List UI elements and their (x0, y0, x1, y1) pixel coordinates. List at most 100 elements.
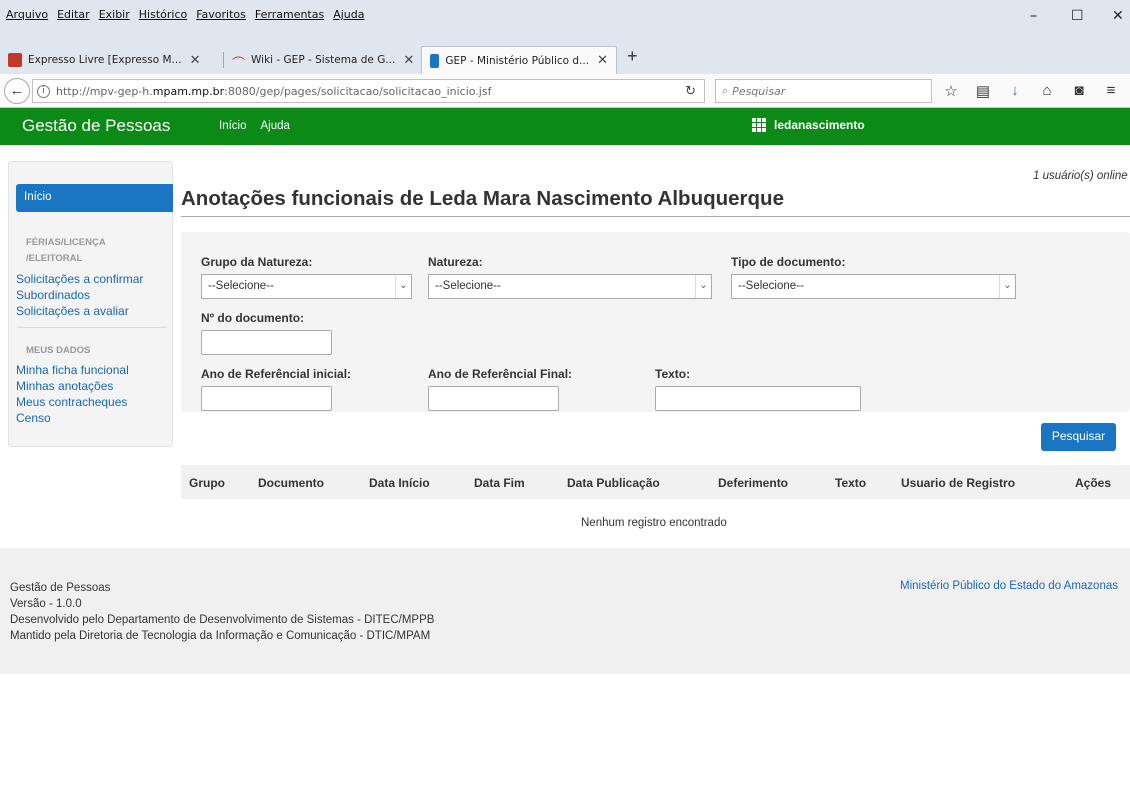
footer-app-name: Gestão de Pessoas (10, 582, 111, 594)
info-icon[interactable]: i (37, 84, 50, 98)
sidebar-links-ferias: Solicitações a confirmar Subordinados So… (16, 271, 143, 319)
tipo-documento-select-value: --Selecione-- (738, 280, 804, 292)
search-placeholder: Pesquisar (732, 84, 786, 98)
menu-editar[interactable]: Editar (57, 8, 90, 21)
sidebar-item-ficha-funcional[interactable]: Minha ficha funcional (16, 362, 129, 378)
footer-developed-by: Desenvolvido pelo Departamento de Desenv… (10, 614, 435, 626)
tipo-documento-select[interactable]: --Selecione-- ⌄ (731, 274, 1016, 299)
hamburger-menu-icon[interactable]: ≡ (1102, 82, 1120, 100)
natureza-select-value: --Selecione-- (435, 280, 501, 292)
username: ledanascimento (774, 118, 865, 132)
apps-grid-icon (752, 118, 766, 132)
online-users: 1 usuário(s) online (1033, 170, 1128, 182)
sidebar-item-inicio[interactable]: Início (16, 184, 173, 212)
download-icon[interactable]: ↓ (1006, 82, 1024, 100)
user-menu[interactable]: ledanascimento (752, 118, 865, 132)
tab-expresso[interactable]: Expresso Livre [Expresso M... ✕ (0, 46, 223, 74)
nav-inicio[interactable]: Início (219, 120, 247, 132)
search-form: Grupo da Natureza: --Selecione-- ⌄ Natur… (181, 232, 1130, 412)
col-data-inicio: Data Início (369, 476, 430, 490)
col-data-fim: Data Fim (474, 476, 525, 490)
texto-label: Texto: (655, 367, 691, 381)
address-bar[interactable]: i http://mpv-gep-h. mpam.mp.br:8080/gep/p… (32, 79, 705, 103)
gep-icon (430, 53, 440, 68)
maximize-button[interactable]: ☐ (1071, 8, 1084, 24)
back-arrow-icon[interactable]: ← (4, 78, 30, 104)
sidebar-item-solicitacoes-avaliar[interactable]: Solicitações a avaliar (16, 303, 143, 319)
sidebar-section-meus-dados: MEUS DADOS (26, 345, 91, 356)
search-icon: ⌕ (722, 84, 729, 97)
natureza-select[interactable]: --Selecione-- ⌄ (428, 274, 712, 299)
numero-documento-label: Nº do documento: (201, 311, 305, 325)
footer-mpam-link[interactable]: Ministério Público do Estado do Amazonas (900, 580, 1118, 592)
toolbar-icons: ☆ ▤ ↓ ⌂ ◙ ≡ (942, 82, 1120, 100)
col-usuario-registro: Usuario de Registro (901, 476, 1016, 490)
close-tab-icon[interactable]: ✕ (190, 53, 201, 68)
close-window-button[interactable]: ✕ (1112, 8, 1124, 24)
col-documento: Documento (258, 476, 324, 490)
reload-icon[interactable]: ↻ (685, 84, 696, 99)
menu-ajuda[interactable]: Ajuda (333, 8, 364, 21)
grupo-select[interactable]: --Selecione-- ⌄ (201, 274, 412, 299)
tab-bar: Expresso Livre [Expresso M... ✕ ⌒ Wiki -… (0, 40, 1130, 74)
pocket-icon[interactable]: ◙ (1070, 82, 1088, 100)
natureza-label: Natureza: (428, 255, 483, 269)
url-suffix: :8080/gep/pages/solicitacao/solicitacao_… (224, 84, 492, 98)
menu-arquivo[interactable]: Arquivo (6, 8, 48, 21)
browser-menubar: Arquivo Editar Exibir Histórico Favorito… (0, 0, 1130, 40)
ano-final-input[interactable] (428, 386, 559, 411)
grupo-select-value: --Selecione-- (208, 280, 274, 292)
close-tab-icon[interactable]: ✕ (597, 53, 608, 68)
home-icon[interactable]: ⌂ (1038, 82, 1056, 100)
tab-label: Expresso Livre [Expresso M... (28, 54, 182, 66)
footer-info: Gestão de Pessoas Versão - 1.0.0 Desenvo… (10, 580, 434, 644)
close-tab-icon[interactable]: ✕ (403, 53, 414, 68)
chevron-down-icon: ⌄ (395, 275, 411, 298)
app-nav: Início Ajuda (219, 120, 290, 132)
col-acoes: Ações (1075, 476, 1112, 490)
chevron-down-icon: ⌄ (695, 275, 711, 298)
tab-label: Wiki - GEP - Sistema de G... (251, 54, 396, 66)
sidebar-item-solicitacoes-confirmar[interactable]: Solicitações a confirmar (16, 271, 143, 287)
bookmark-star-icon[interactable]: ☆ (942, 82, 960, 100)
tab-wiki[interactable]: ⌒ Wiki - GEP - Sistema de G... ✕ (224, 46, 418, 74)
numero-documento-input[interactable] (201, 330, 332, 355)
app-header: Gestão de Pessoas Início Ajuda ledanasci… (0, 108, 1130, 145)
sidebar-item-minhas-anotacoes[interactable]: Minhas anotações (16, 378, 129, 394)
ano-inicial-input[interactable] (201, 386, 332, 411)
mail-icon (8, 53, 22, 67)
col-texto: Texto (835, 476, 867, 490)
tab-gep[interactable]: GEP - Ministério Público d... ✕ (421, 46, 617, 74)
empty-table-message: Nenhum registro encontrado (581, 517, 727, 529)
sidebar-item-contracheques[interactable]: Meus contracheques (16, 394, 129, 410)
minimize-button[interactable]: – (1030, 8, 1037, 24)
browser-navbar: ← i http://mpv-gep-h. mpam.mp.br:8080/gep… (0, 74, 1130, 108)
footer-version: Versão - 1.0.0 (10, 598, 82, 610)
page-footer: Gestão de Pessoas Versão - 1.0.0 Desenvo… (0, 548, 1130, 674)
sidebar-item-censo[interactable]: Censo (16, 410, 129, 426)
col-grupo: Grupo (189, 476, 225, 490)
sidebar-item-subordinados[interactable]: Subordinados (16, 287, 143, 303)
title-divider (181, 216, 1130, 217)
url-prefix: http://mpv-gep-h. (56, 84, 153, 98)
col-deferimento: Deferimento (718, 476, 789, 490)
page-title: Anotações funcionais de Leda Mara Nascim… (181, 187, 784, 210)
menu-favoritos[interactable]: Favoritos (196, 8, 246, 21)
chevron-down-icon: ⌄ (999, 275, 1015, 298)
reading-list-icon[interactable]: ▤ (974, 82, 992, 100)
nav-ajuda[interactable]: Ajuda (261, 120, 290, 132)
pesquisar-button[interactable]: Pesquisar (1041, 423, 1116, 451)
browser-search-input[interactable]: ⌕ Pesquisar (715, 79, 932, 103)
grupo-label: Grupo da Natureza: (201, 255, 313, 269)
ano-final-label: Ano de Referêncial Final: (428, 367, 573, 381)
menu-ferramentas[interactable]: Ferramentas (255, 8, 324, 21)
menu-exibir[interactable]: Exibir (99, 8, 130, 21)
menu-items: Arquivo Editar Exibir Histórico Favorito… (6, 8, 365, 21)
new-tab-button[interactable]: + (627, 46, 638, 67)
app-brand[interactable]: Gestão de Pessoas (22, 116, 170, 136)
texto-input[interactable] (655, 386, 861, 411)
sidebar-links-meus-dados: Minha ficha funcional Minhas anotações M… (16, 362, 129, 426)
sidebar-divider (17, 327, 167, 328)
col-data-publicacao: Data Publicação (567, 476, 660, 490)
menu-historico[interactable]: Histórico (139, 8, 187, 21)
